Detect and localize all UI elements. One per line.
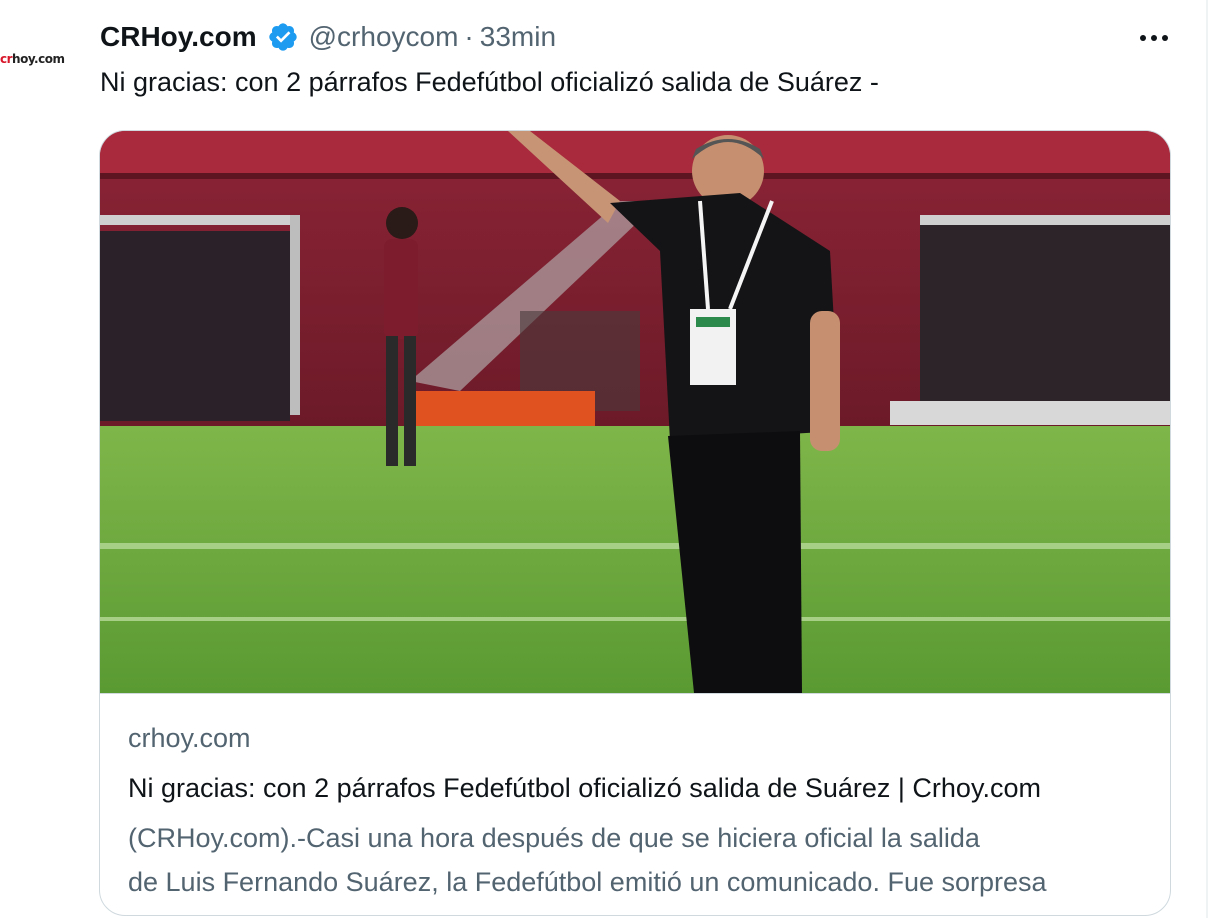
crhoy-logo: crhoy.com bbox=[0, 52, 65, 66]
card-domain: crhoy.com bbox=[128, 723, 251, 753]
card-description-line-2: de Luis Fernando Suárez, la Fedefútbol e… bbox=[128, 867, 1047, 897]
card-description-line-1: (CRHoy.com).-Casi una hora después de qu… bbox=[128, 823, 980, 853]
author-handle[interactable]: @crhoycom bbox=[309, 21, 459, 53]
more-dots-icon bbox=[1140, 35, 1168, 41]
card-image bbox=[100, 131, 1170, 693]
card-text-area: crhoy.com Ni gracias: con 2 párrafos Fed… bbox=[100, 693, 1170, 915]
timeline-border bbox=[1206, 0, 1208, 918]
avatar[interactable]: crhoy.com bbox=[0, 36, 70, 82]
display-name[interactable]: CRHoy.com bbox=[100, 21, 257, 53]
tweet-text: Ni gracias: con 2 párrafos Fedefútbol of… bbox=[100, 67, 879, 97]
card-description: (CRHoy.com).-Casi una hora después de qu… bbox=[128, 816, 1148, 904]
tweet-timestamp[interactable]: 33min bbox=[480, 21, 556, 53]
card-title: Ni gracias: con 2 párrafos Fedefútbol of… bbox=[128, 773, 1041, 803]
verified-badge-icon bbox=[268, 23, 297, 51]
link-preview-card[interactable]: crhoy.com Ni gracias: con 2 párrafos Fed… bbox=[99, 130, 1171, 916]
more-options-button[interactable] bbox=[1132, 20, 1176, 56]
tweet-header: CRHoy.com @crhoycom · 33min bbox=[100, 18, 556, 56]
separator-dot: · bbox=[464, 21, 474, 52]
